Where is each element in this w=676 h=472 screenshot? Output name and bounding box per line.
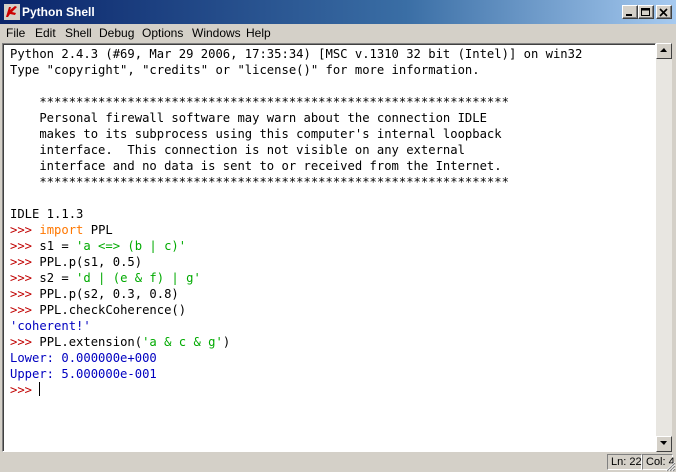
menu-options[interactable]: Options: [142, 26, 183, 40]
shell-line: Python 2.4.3 (#69, Mar 29 2006, 17:35:34…: [10, 46, 582, 62]
minimize-button[interactable]: [622, 5, 638, 19]
prompt-text: >>>: [10, 287, 40, 301]
status-bar: Ln: 22 Col: 4: [0, 452, 676, 472]
maximize-button[interactable]: [638, 5, 654, 19]
code-text: ): [222, 335, 231, 349]
shell-line: >>> PPL.extension('a & c & g'): [10, 334, 582, 350]
scroll-down-button[interactable]: [656, 436, 672, 452]
code-text: interface and no data is sent to or rece…: [10, 159, 502, 173]
shell-line: 'coherent!': [10, 318, 582, 334]
shell-line: interface. This connection is not visibl…: [10, 142, 582, 158]
menu-edit[interactable]: Edit: [35, 26, 56, 40]
shell-line: >>> PPL.checkCoherence(): [10, 302, 582, 318]
shell-line: Lower: 0.000000e+000: [10, 350, 582, 366]
output-text: Upper: 5.000000e-001: [10, 367, 157, 381]
code-text: makes to its subprocess using this compu…: [10, 127, 502, 141]
shell-line: >>> s1 = 'a <=> (b | c)': [10, 238, 582, 254]
code-text: IDLE 1.1.3: [10, 207, 84, 221]
menu-file[interactable]: File: [6, 26, 25, 40]
close-icon: [659, 8, 668, 17]
prompt-text: >>>: [10, 255, 40, 269]
scroll-up-button[interactable]: [656, 43, 672, 59]
code-text: PPL.extension(: [39, 335, 143, 349]
shell-line: IDLE 1.1.3: [10, 206, 582, 222]
shell-output[interactable]: Python 2.4.3 (#69, Mar 29 2006, 17:35:34…: [10, 46, 582, 398]
prompt-text: >>>: [10, 383, 40, 397]
vertical-scrollbar[interactable]: [656, 43, 672, 452]
menu-bar: File Edit Shell Debug Options Windows He…: [0, 24, 676, 43]
shell-line: ****************************************…: [10, 94, 582, 110]
code-text: ****************************************…: [10, 95, 509, 109]
code-text: PPL.p(s2, 0.3, 0.8): [39, 287, 179, 301]
shell-line: >>> PPL.p(s1, 0.5): [10, 254, 582, 270]
prompt-text: >>>: [10, 271, 40, 285]
tk-feather-icon: [4, 4, 20, 20]
shell-line: Personal firewall software may warn abou…: [10, 110, 582, 126]
code-text: ****************************************…: [10, 175, 509, 189]
code-text: interface. This connection is not visibl…: [10, 143, 465, 157]
prompt-text: >>>: [10, 223, 40, 237]
code-text: PPL.checkCoherence(): [39, 303, 187, 317]
string-literal: 'd | (e & f) | g': [76, 271, 201, 285]
code-text: Type "copyright", "credits" or "license(…: [10, 63, 480, 77]
shell-line: makes to its subprocess using this compu…: [10, 126, 582, 142]
python-shell-window: Python Shell File Edit Shell Debug Optio…: [0, 0, 676, 472]
status-line: Ln: 22: [607, 454, 642, 470]
code-text: s1 =: [39, 239, 77, 253]
arrow-up-icon: [660, 48, 667, 52]
prompt-text: >>>: [10, 303, 40, 317]
menu-windows[interactable]: Windows: [192, 26, 241, 40]
code-text: PPL: [83, 223, 113, 237]
maximize-icon: [641, 8, 650, 16]
shell-line: >>> s2 = 'd | (e & f) | g': [10, 270, 582, 286]
output-text: Lower: 0.000000e+000: [10, 351, 157, 365]
window-title: Python Shell: [22, 5, 95, 19]
menu-shell[interactable]: Shell: [65, 26, 92, 40]
code-text: Personal firewall software may warn abou…: [10, 111, 487, 125]
menu-help[interactable]: Help: [246, 26, 271, 40]
shell-line: Upper: 5.000000e-001: [10, 366, 582, 382]
minimize-icon: [626, 14, 632, 16]
arrow-down-icon: [660, 441, 667, 445]
shell-line: Type "copyright", "credits" or "license(…: [10, 62, 582, 78]
text-cursor: [39, 382, 41, 396]
title-bar[interactable]: Python Shell: [0, 0, 676, 24]
shell-line: ****************************************…: [10, 174, 582, 190]
code-text: s2 =: [39, 271, 77, 285]
string-literal: 'a & c & g': [142, 335, 223, 349]
shell-line: >>> PPL.p(s2, 0.3, 0.8): [10, 286, 582, 302]
shell-line: interface and no data is sent to or rece…: [10, 158, 582, 174]
shell-line: >>> import PPL: [10, 222, 582, 238]
prompt-text: >>>: [10, 335, 40, 349]
output-text: 'coherent!': [10, 319, 91, 333]
prompt-text: >>>: [10, 239, 40, 253]
shell-text-area[interactable]: Python 2.4.3 (#69, Mar 29 2006, 17:35:34…: [2, 43, 656, 452]
string-literal: 'a <=> (b | c)': [76, 239, 187, 253]
shell-line: >>>: [10, 382, 582, 398]
code-text: PPL.p(s1, 0.5): [39, 255, 143, 269]
code-text: Python 2.4.3 (#69, Mar 29 2006, 17:35:34…: [10, 47, 583, 61]
keyword-text: import: [39, 223, 84, 237]
resize-grip-icon[interactable]: [664, 460, 676, 472]
close-button[interactable]: [656, 5, 672, 19]
menu-debug[interactable]: Debug: [99, 26, 134, 40]
